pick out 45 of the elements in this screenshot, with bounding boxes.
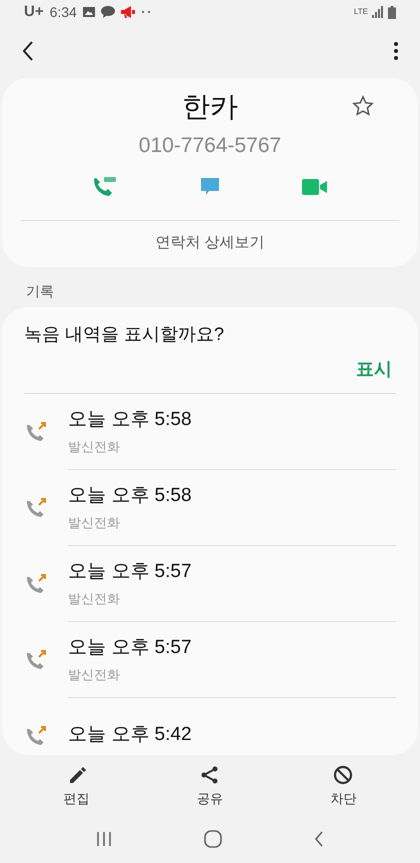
star-icon[interactable] (352, 95, 374, 117)
recording-prompt: 녹음 내역을 표시할까요? (23, 322, 226, 346)
call-time: 오늘 오후 5:58 (68, 484, 192, 508)
signal-icon (372, 6, 384, 18)
status-time: 6:34 (50, 2, 77, 22)
block-button[interactable]: 차단 (303, 761, 384, 815)
phone-number: 010-7764-5767 (138, 133, 282, 159)
phone-icon[interactable] (92, 176, 118, 198)
back-icon[interactable] (22, 41, 34, 61)
call-time: 오늘 오후 5:42 (68, 722, 192, 747)
call-type: 발신전화 (68, 438, 121, 456)
call-log-item[interactable]: 오늘 오후 5:42 (2, 698, 418, 755)
network-label: LTE (354, 8, 368, 16)
share-icon (200, 765, 220, 785)
call-log-item[interactable]: 오늘 오후 5:58 발신전화 (2, 470, 418, 544)
more-options-icon[interactable] (394, 42, 398, 60)
call-time: 오늘 오후 5:58 (68, 408, 192, 432)
recent-apps-icon[interactable] (96, 831, 112, 847)
call-type: 발신전화 (68, 666, 121, 684)
gallery-icon (82, 6, 95, 18)
outgoing-call-icon (26, 648, 48, 670)
call-time: 오늘 오후 5:57 (68, 636, 192, 660)
edit-button[interactable]: 편집 (36, 761, 117, 815)
call-log-item[interactable]: 오늘 오후 5:57 발신전화 (2, 622, 418, 696)
share-button[interactable]: 공유 (170, 761, 250, 815)
nav-back-icon[interactable] (314, 831, 324, 847)
outgoing-call-icon (26, 724, 48, 746)
call-log-item[interactable]: 오늘 오후 5:57 발신전화 (2, 546, 418, 620)
call-type: 발신전화 (68, 590, 121, 608)
battery-icon (388, 6, 396, 18)
section-heading: 기록 (25, 282, 55, 300)
carrier-label: U+ (24, 2, 44, 22)
more-notifications-icon (140, 10, 151, 14)
call-log-item[interactable]: 오늘 오후 5:58 발신전화 (2, 394, 418, 468)
block-icon (333, 765, 354, 785)
contact-details-link[interactable]: 연락처 상세보기 (155, 220, 265, 266)
call-time: 오늘 오후 5:57 (68, 560, 192, 584)
call-type: 발신전화 (68, 514, 121, 532)
outgoing-call-icon (26, 572, 48, 594)
contact-name: 한카 (182, 90, 238, 124)
megaphone-icon (120, 6, 135, 18)
outgoing-call-icon (26, 420, 48, 442)
chat-bubble-icon (100, 6, 115, 18)
outgoing-call-icon (26, 496, 48, 518)
home-icon[interactable] (204, 830, 222, 848)
